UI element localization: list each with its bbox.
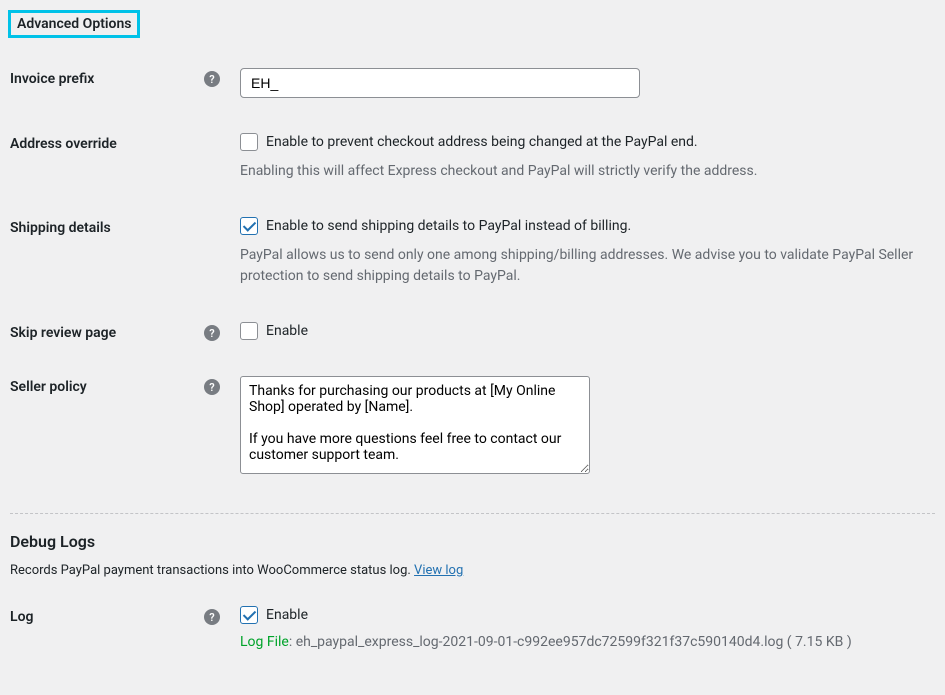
seller-policy-textarea[interactable]: Thanks for purchasing our products at [M… xyxy=(240,376,590,474)
row-seller-policy: Seller policy ? Thanks for purchasing ou… xyxy=(10,376,935,478)
address-override-checkbox[interactable] xyxy=(240,133,258,151)
shipping-details-checkbox-label: Enable to send shipping details to PayPa… xyxy=(266,218,631,234)
shipping-details-checkbox[interactable] xyxy=(240,217,258,235)
label-invoice-prefix: Invoice prefix xyxy=(10,71,94,87)
skip-review-checkbox[interactable] xyxy=(240,322,258,340)
section-title-advanced: Advanced Options xyxy=(8,10,140,38)
view-log-link[interactable]: View log xyxy=(414,563,463,578)
log-file-label: Log File xyxy=(240,634,289,650)
skip-review-checkbox-label: Enable xyxy=(266,323,308,339)
row-address-override: Address override Enable to prevent check… xyxy=(10,133,935,182)
debug-logs-description: Records PayPal payment transactions into… xyxy=(10,563,935,578)
log-checkbox[interactable] xyxy=(240,606,258,624)
row-log: Log ? Enable Log File: eh_paypal_express… xyxy=(10,606,935,650)
label-skip-review: Skip review page xyxy=(10,325,116,341)
invoice-prefix-input[interactable] xyxy=(240,68,640,98)
shipping-details-checkbox-wrap[interactable]: Enable to send shipping details to PayPa… xyxy=(240,217,935,235)
divider xyxy=(10,513,935,514)
row-skip-review: Skip review page ? Enable xyxy=(10,322,935,341)
log-checkbox-label: Enable xyxy=(266,607,308,623)
address-override-checkbox-label: Enable to prevent checkout address being… xyxy=(266,134,698,150)
row-shipping-details: Shipping details Enable to send shipping… xyxy=(10,217,935,287)
help-icon[interactable]: ? xyxy=(204,609,220,625)
help-icon[interactable]: ? xyxy=(204,71,220,87)
help-icon[interactable]: ? xyxy=(204,325,220,341)
row-invoice-prefix: Invoice prefix ? xyxy=(10,68,935,98)
label-shipping-details: Shipping details xyxy=(10,220,111,236)
log-file-name: : eh_paypal_express_log-2021-09-01-c992e… xyxy=(289,634,852,650)
label-log: Log xyxy=(10,609,33,625)
help-icon[interactable]: ? xyxy=(204,379,220,395)
address-override-checkbox-wrap[interactable]: Enable to prevent checkout address being… xyxy=(240,133,935,151)
skip-review-checkbox-wrap[interactable]: Enable xyxy=(240,322,935,340)
label-seller-policy: Seller policy xyxy=(10,379,87,395)
debug-logs-heading: Debug Logs xyxy=(10,532,935,551)
label-address-override: Address override xyxy=(10,136,117,152)
log-checkbox-wrap[interactable]: Enable xyxy=(240,606,935,624)
log-file-line: Log File: eh_paypal_express_log-2021-09-… xyxy=(240,634,935,650)
address-override-description: Enabling this will affect Express checko… xyxy=(240,161,935,182)
shipping-details-description: PayPal allows us to send only one among … xyxy=(240,245,935,287)
